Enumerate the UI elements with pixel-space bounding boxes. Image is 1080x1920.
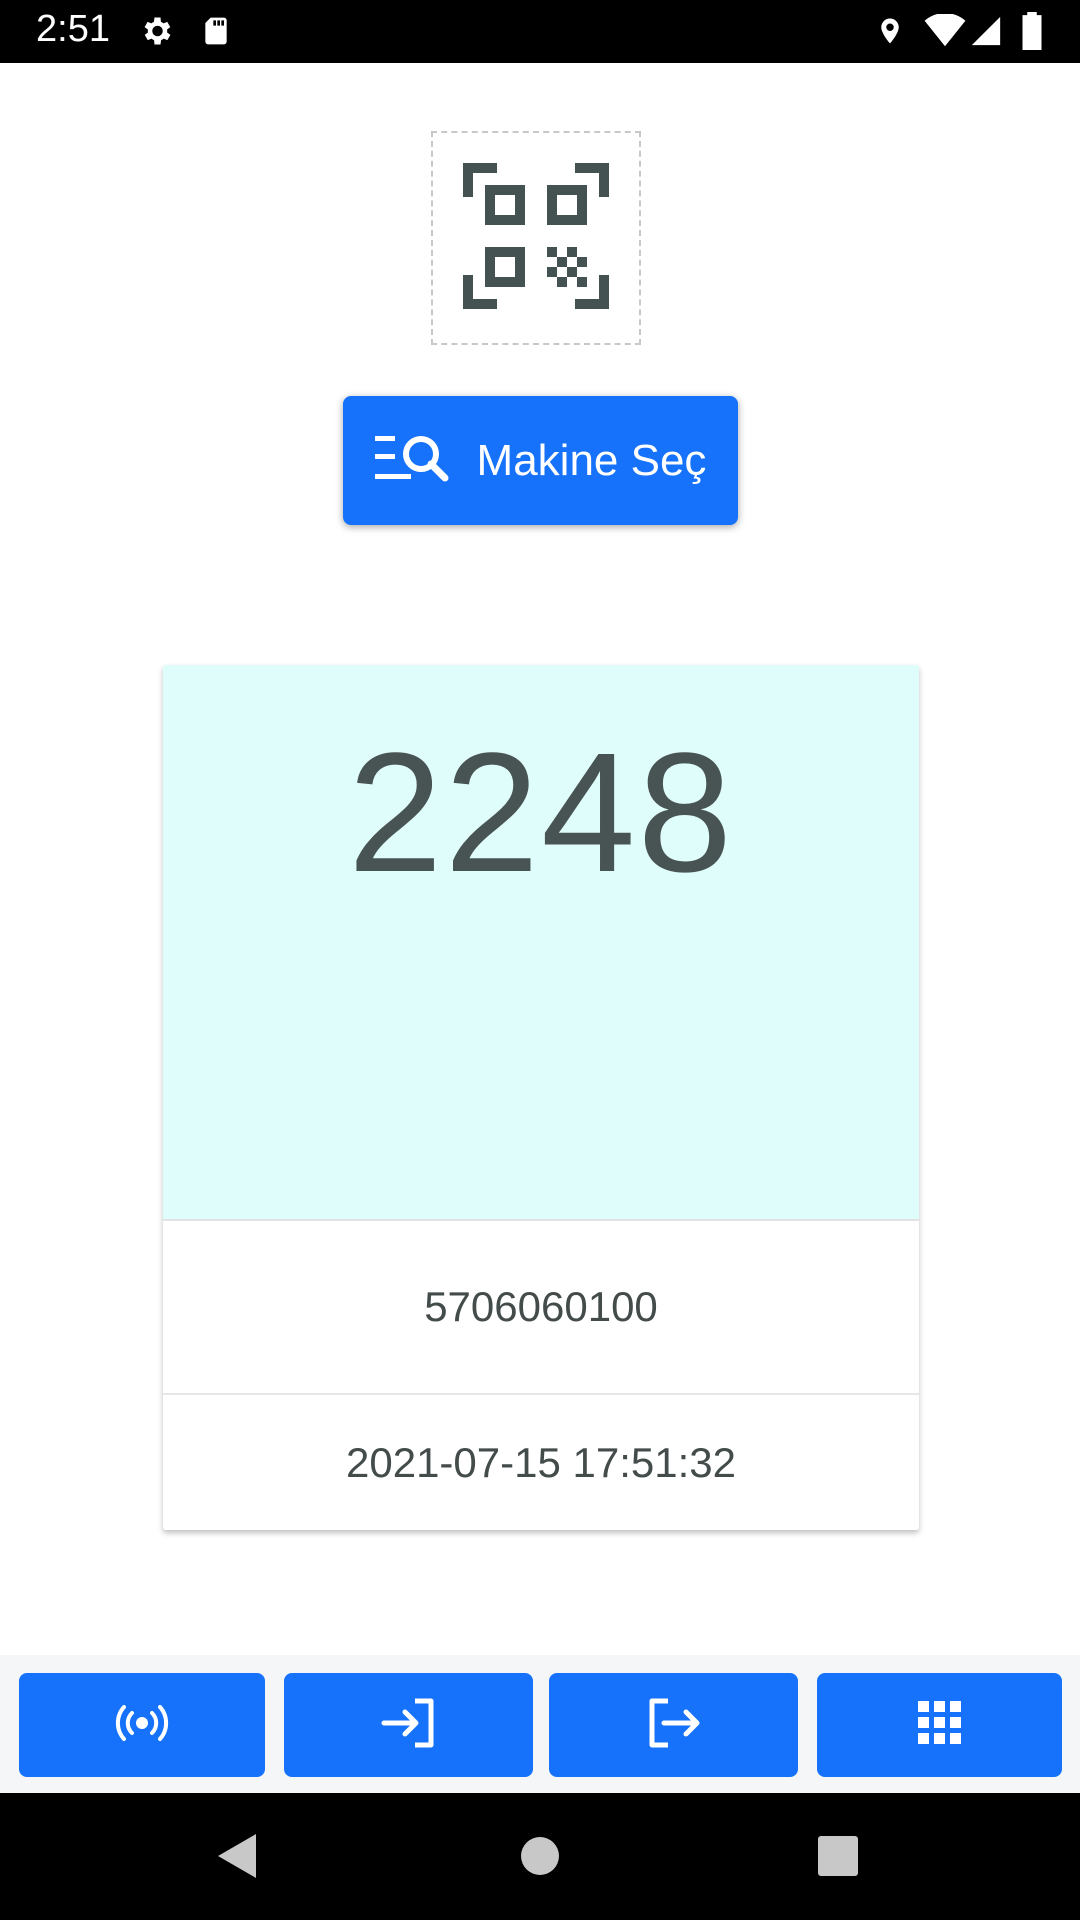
- sd-card-icon: [196, 10, 236, 52]
- login-icon: [381, 1698, 437, 1753]
- select-machine-label: Makine Seç: [476, 435, 707, 485]
- login-button[interactable]: [284, 1673, 533, 1777]
- status-bar: 2:51: [0, 0, 1080, 63]
- logout-button[interactable]: [549, 1673, 798, 1777]
- gear-icon: [136, 10, 176, 52]
- qr-scan-icon: [463, 162, 609, 314]
- grid-button[interactable]: [817, 1673, 1062, 1777]
- wifi-icon: [922, 10, 968, 52]
- timestamp: 2021-07-15 17:51:32: [346, 1438, 736, 1486]
- bottom-action-bar: [0, 1655, 1080, 1793]
- broadcast-icon: [112, 1703, 172, 1748]
- broadcast-button[interactable]: [19, 1673, 265, 1777]
- machine-code: 5706060100: [163, 1221, 919, 1395]
- counter-card: 2248 5706060100 2021-07-15 17:51:32: [163, 665, 919, 1530]
- recents-icon[interactable]: [813, 1831, 863, 1881]
- location-icon: [870, 10, 910, 52]
- qr-scan-box[interactable]: [431, 131, 641, 345]
- list-search-icon: [374, 430, 455, 491]
- system-nav-bar: [0, 1793, 1080, 1920]
- select-machine-button[interactable]: Makine Seç: [343, 396, 738, 525]
- logout-icon: [646, 1698, 702, 1753]
- counter-value: 2248: [347, 718, 735, 908]
- home-icon[interactable]: [515, 1831, 565, 1881]
- counter-panel: 2248: [163, 665, 919, 1221]
- back-icon[interactable]: [213, 1831, 263, 1881]
- cell-signal-icon: [966, 10, 1006, 52]
- status-time: 2:51: [36, 8, 110, 50]
- grid-icon: [917, 1700, 962, 1750]
- battery-icon: [1012, 10, 1052, 52]
